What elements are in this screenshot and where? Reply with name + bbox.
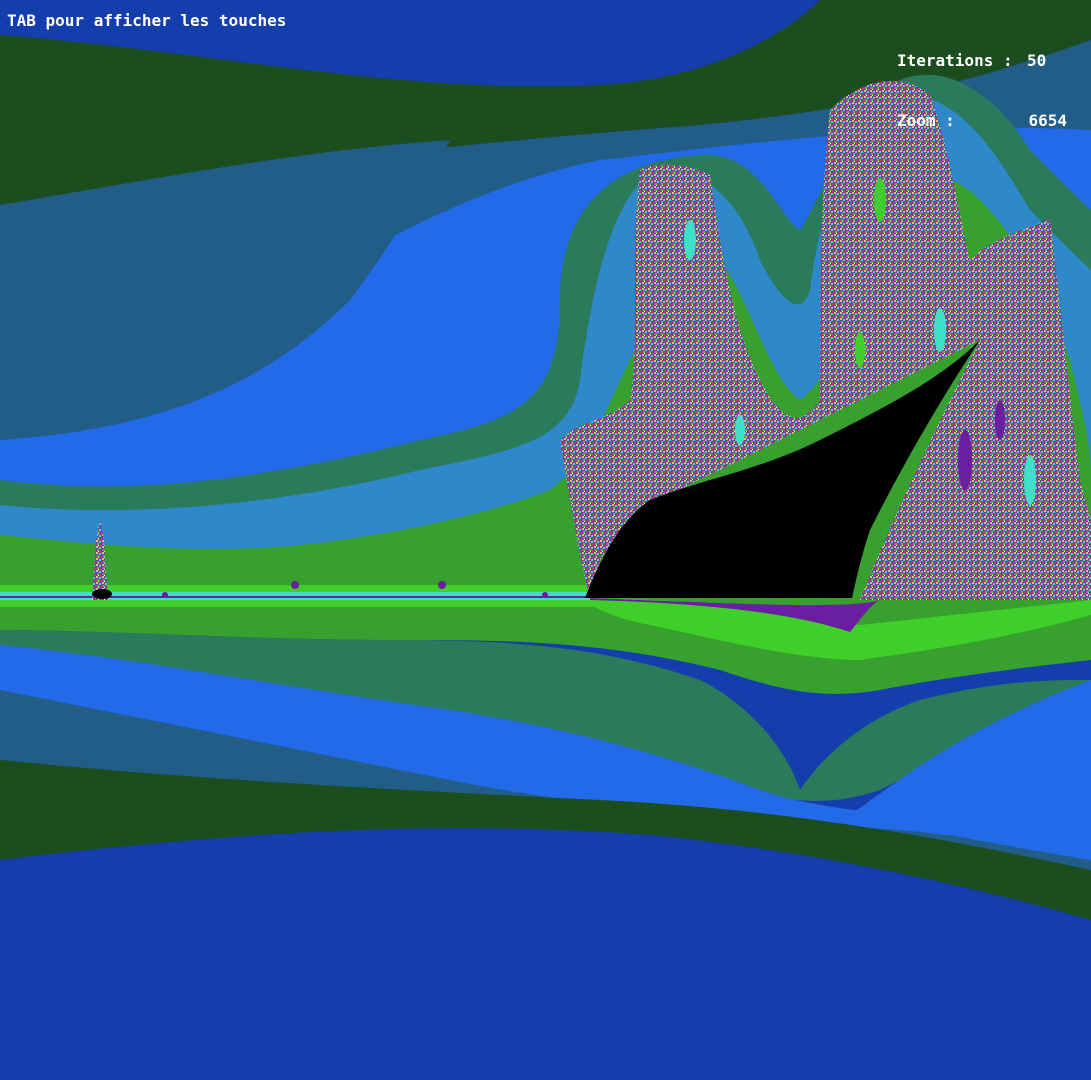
zoom-label: Zoom : [897,111,955,130]
filament-core [0,596,600,598]
iterations-label: Iterations : [897,51,1013,70]
iterations-row: Iterations : 50 [897,51,1067,71]
zoom-row: Zoom : 6654 [897,111,1067,131]
zoom-value: 6654 [1028,111,1067,130]
stats-panel: Iterations : 50 Zoom : 6654 [897,11,1067,171]
iterations-value: 50 [1027,51,1047,70]
help-hint-text: TAB pour afficher les touches [7,11,287,30]
mini-cardioid-left [92,589,112,599]
fractal-viewport[interactable]: TAB pour afficher les touches Iterations… [0,0,1091,1080]
